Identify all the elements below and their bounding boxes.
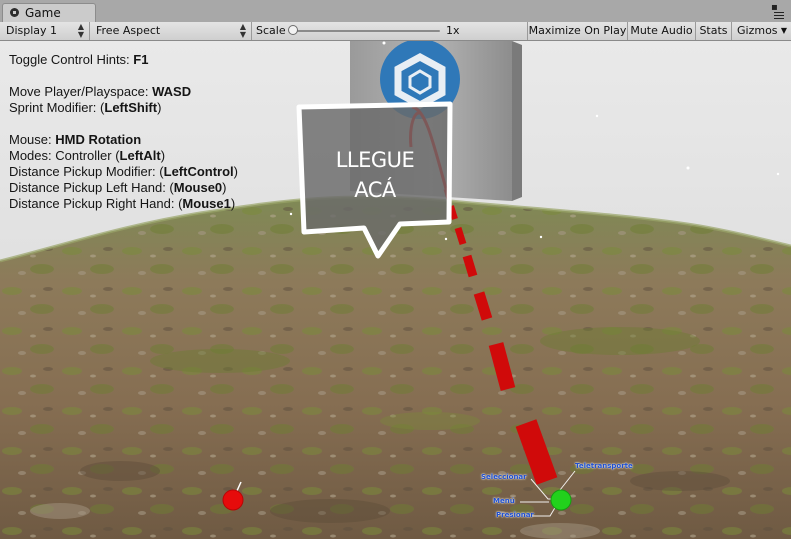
hint-label: Mouse: (9, 132, 56, 147)
controller-hint-top-right: Teletransporte (575, 462, 633, 470)
scale-slider-thumb[interactable] (288, 25, 298, 35)
hint-line: Distance Pickup Modifier: (LeftControl) (9, 164, 238, 180)
speech-bubble-line1: LLEGUE (335, 148, 415, 172)
speech-bubble-line2: ACÁ (354, 178, 396, 202)
panel-menu-button[interactable]: ▪ (771, 2, 785, 20)
hint-line: Modes: Controller (LeftAlt) (9, 148, 238, 164)
hint-label: Sprint Modifier: ( (9, 100, 105, 115)
dropdown-arrows-icon: ▲ ▼ (239, 22, 246, 39)
speech-bubble-text: LLEGUE ACÁ (303, 145, 447, 205)
aspect-dropdown-label: Free Aspect (96, 24, 161, 37)
hint-line: Toggle Control Hints: F1 (9, 52, 238, 68)
hint-spacer (9, 68, 238, 84)
hint-key: Mouse1 (182, 196, 231, 211)
game-viewport[interactable]: Toggle Control Hints: F1 Move Player/Play… (0, 41, 791, 539)
mute-audio-label: Mute Audio (630, 24, 693, 37)
scale-value: 1x (446, 24, 460, 37)
hint-suffix: ) (222, 180, 227, 195)
hint-label: Toggle Control Hints: (9, 52, 134, 67)
maximize-on-play-toggle[interactable]: Maximize On Play (527, 22, 627, 40)
game-toolbar: Display 1 ▲ ▼ Free Aspect ▲ ▼ Scale 1x Max… (0, 22, 791, 41)
hint-line: Distance Pickup Left Hand: (Mouse0) (9, 180, 238, 196)
tab-game[interactable]: Game (2, 3, 96, 22)
hamburger-menu-icon[interactable] (774, 12, 784, 19)
window-tabstrip: Game ▪ (0, 0, 791, 23)
gizmos-dropdown[interactable]: Gizmos ▼ (731, 22, 791, 40)
tab-game-label: Game (25, 6, 61, 20)
hint-line: Move Player/Playspace: WASD (9, 84, 238, 100)
controller-hint-top-left: Seleccionar (481, 473, 527, 481)
dropdown-arrows-icon: ▲ ▼ (77, 22, 84, 39)
scale-slider-track[interactable] (292, 30, 440, 32)
hint-line: Mouse: HMD Rotation (9, 132, 238, 148)
hint-key: LeftControl (163, 164, 234, 179)
hint-label: Move Player/Playspace: (9, 84, 153, 99)
dropdown-arrow-icon: ▼ (780, 26, 787, 35)
unity-logo-icon (10, 8, 19, 17)
display-dropdown-label: Display 1 (6, 24, 58, 37)
hint-key: LeftShift (104, 100, 158, 115)
hint-spacer (9, 116, 238, 132)
hint-label: Distance Pickup Modifier: ( (9, 164, 164, 179)
controller-hint-middle: Menú (493, 497, 515, 505)
hint-suffix: ) (233, 164, 239, 179)
hint-label: Distance Pickup Left Hand: ( (9, 180, 174, 195)
hint-key: HMD Rotation (55, 132, 142, 147)
scale-label: Scale (256, 24, 286, 37)
hint-line: Sprint Modifier: (LeftShift) (9, 100, 238, 116)
hint-line: Distance Pickup Right Hand: (Mouse1) (9, 196, 238, 212)
hint-key: Mouse0 (173, 180, 223, 195)
control-hints: Toggle Control Hints: F1 Move Player/Play… (9, 52, 238, 212)
stats-toggle[interactable]: Stats (695, 22, 731, 40)
gizmos-label: Gizmos (737, 24, 778, 37)
hint-key: F1 (133, 52, 149, 67)
hint-label: Modes: Controller ( (9, 148, 120, 163)
aspect-dropdown[interactable]: Free Aspect ▲ ▼ (90, 22, 252, 40)
hint-key: LeftAlt (119, 148, 161, 163)
hint-key: WASD (152, 84, 192, 99)
stats-label: Stats (699, 24, 728, 37)
terrain (0, 195, 791, 539)
hint-suffix: ) (160, 148, 166, 163)
display-dropdown[interactable]: Display 1 ▲ ▼ (0, 22, 90, 40)
hint-suffix: ) (230, 196, 236, 211)
hint-suffix: ) (157, 100, 162, 115)
controller-hint-bottom: Presionar (496, 511, 534, 519)
maximize-on-play-label: Maximize On Play (528, 24, 627, 37)
hint-label: Distance Pickup Right Hand: ( (9, 196, 183, 211)
mute-audio-toggle[interactable]: Mute Audio (627, 22, 695, 40)
